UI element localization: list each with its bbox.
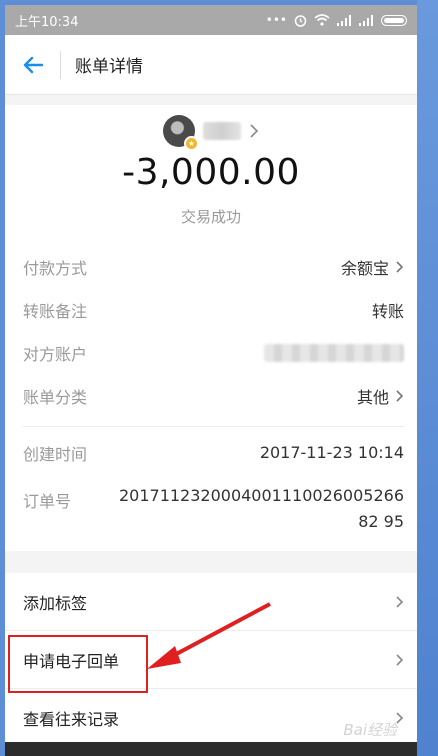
bill-detail-card: ★ -3,000.00 交易成功 付款方式 余额宝 转账备注 转账 对方账户 账… bbox=[5, 105, 417, 551]
watermark: Bai经验 bbox=[343, 721, 397, 739]
detail-value: 余额宝 bbox=[341, 255, 404, 279]
chevron-right-icon bbox=[396, 260, 404, 273]
detail-label: 账单分类 bbox=[23, 387, 88, 407]
alarm-icon bbox=[294, 14, 307, 27]
status-bar: 上午10:34 ••• bbox=[5, 5, 417, 35]
detail-label: 付款方式 bbox=[23, 258, 88, 278]
detail-row-order-number: 订单号 201711232000400111002600526682 95 bbox=[5, 478, 417, 551]
chevron-right-icon bbox=[396, 595, 404, 608]
transaction-status: 交易成功 bbox=[180, 208, 241, 226]
phone-screen: 上午10:34 ••• 账单详情 ★ -3,000.00 交易成功 付款方式 余… bbox=[5, 5, 417, 756]
more-dots-icon: ••• bbox=[265, 13, 287, 27]
chevron-right-icon bbox=[250, 124, 259, 138]
detail-label: 对方账户 bbox=[23, 344, 88, 364]
section-divider bbox=[23, 426, 404, 427]
counterparty-name-blurred bbox=[203, 122, 241, 140]
detail-label: 订单号 bbox=[23, 492, 72, 511]
detail-row-transfer-note: 转账备注 转账 bbox=[5, 288, 417, 331]
status-time: 上午10:34 bbox=[15, 14, 79, 30]
payment-method-value: 余额宝 bbox=[340, 258, 389, 278]
detail-row-counterparty-account: 对方账户 bbox=[5, 331, 417, 374]
summary-block: ★ -3,000.00 交易成功 bbox=[5, 105, 417, 226]
account-blurred bbox=[264, 343, 404, 362]
highlight-box bbox=[8, 635, 148, 693]
detail-label: 创建时间 bbox=[23, 444, 88, 464]
status-icons: ••• bbox=[266, 13, 407, 27]
detail-label: 转账备注 bbox=[23, 301, 88, 321]
action-label: 添加标签 bbox=[23, 593, 88, 613]
star-badge-icon: ★ bbox=[184, 136, 199, 151]
page-title: 账单详情 bbox=[75, 57, 143, 77]
background-edge bbox=[417, 0, 438, 756]
wifi-icon bbox=[314, 14, 330, 26]
battery-icon bbox=[381, 14, 407, 26]
action-label: 查看往来记录 bbox=[23, 709, 120, 729]
detail-value bbox=[264, 343, 404, 362]
annotation-arrow-icon bbox=[147, 602, 271, 669]
arrow-left-icon bbox=[23, 56, 43, 73]
signal-icon bbox=[337, 14, 351, 26]
order-number-value: 201711232000400111002600526682 95 bbox=[118, 486, 404, 531]
chevron-right-icon bbox=[396, 389, 404, 402]
header-divider bbox=[60, 50, 61, 79]
counterparty-link[interactable]: ★ bbox=[5, 115, 417, 151]
signal-icon bbox=[359, 14, 373, 26]
navigation-header: 账单详情 bbox=[5, 35, 417, 95]
avatar: ★ bbox=[163, 115, 199, 151]
detail-row-payment-method[interactable]: 付款方式 余额宝 bbox=[5, 245, 417, 288]
detail-row-create-time: 创建时间 2017-11-23 10:14 bbox=[5, 431, 417, 474]
bottom-bar bbox=[5, 742, 417, 756]
chevron-right-icon bbox=[396, 653, 404, 666]
category-value: 其他 bbox=[356, 387, 389, 407]
detail-value: 2017-11-23 10:14 bbox=[259, 443, 404, 462]
detail-value: 其他 bbox=[357, 384, 404, 408]
amount: -3,000.00 bbox=[122, 152, 300, 193]
detail-value: 转账 bbox=[371, 301, 404, 321]
detail-row-bill-category[interactable]: 账单分类 其他 bbox=[5, 374, 417, 417]
back-button[interactable] bbox=[5, 35, 60, 95]
